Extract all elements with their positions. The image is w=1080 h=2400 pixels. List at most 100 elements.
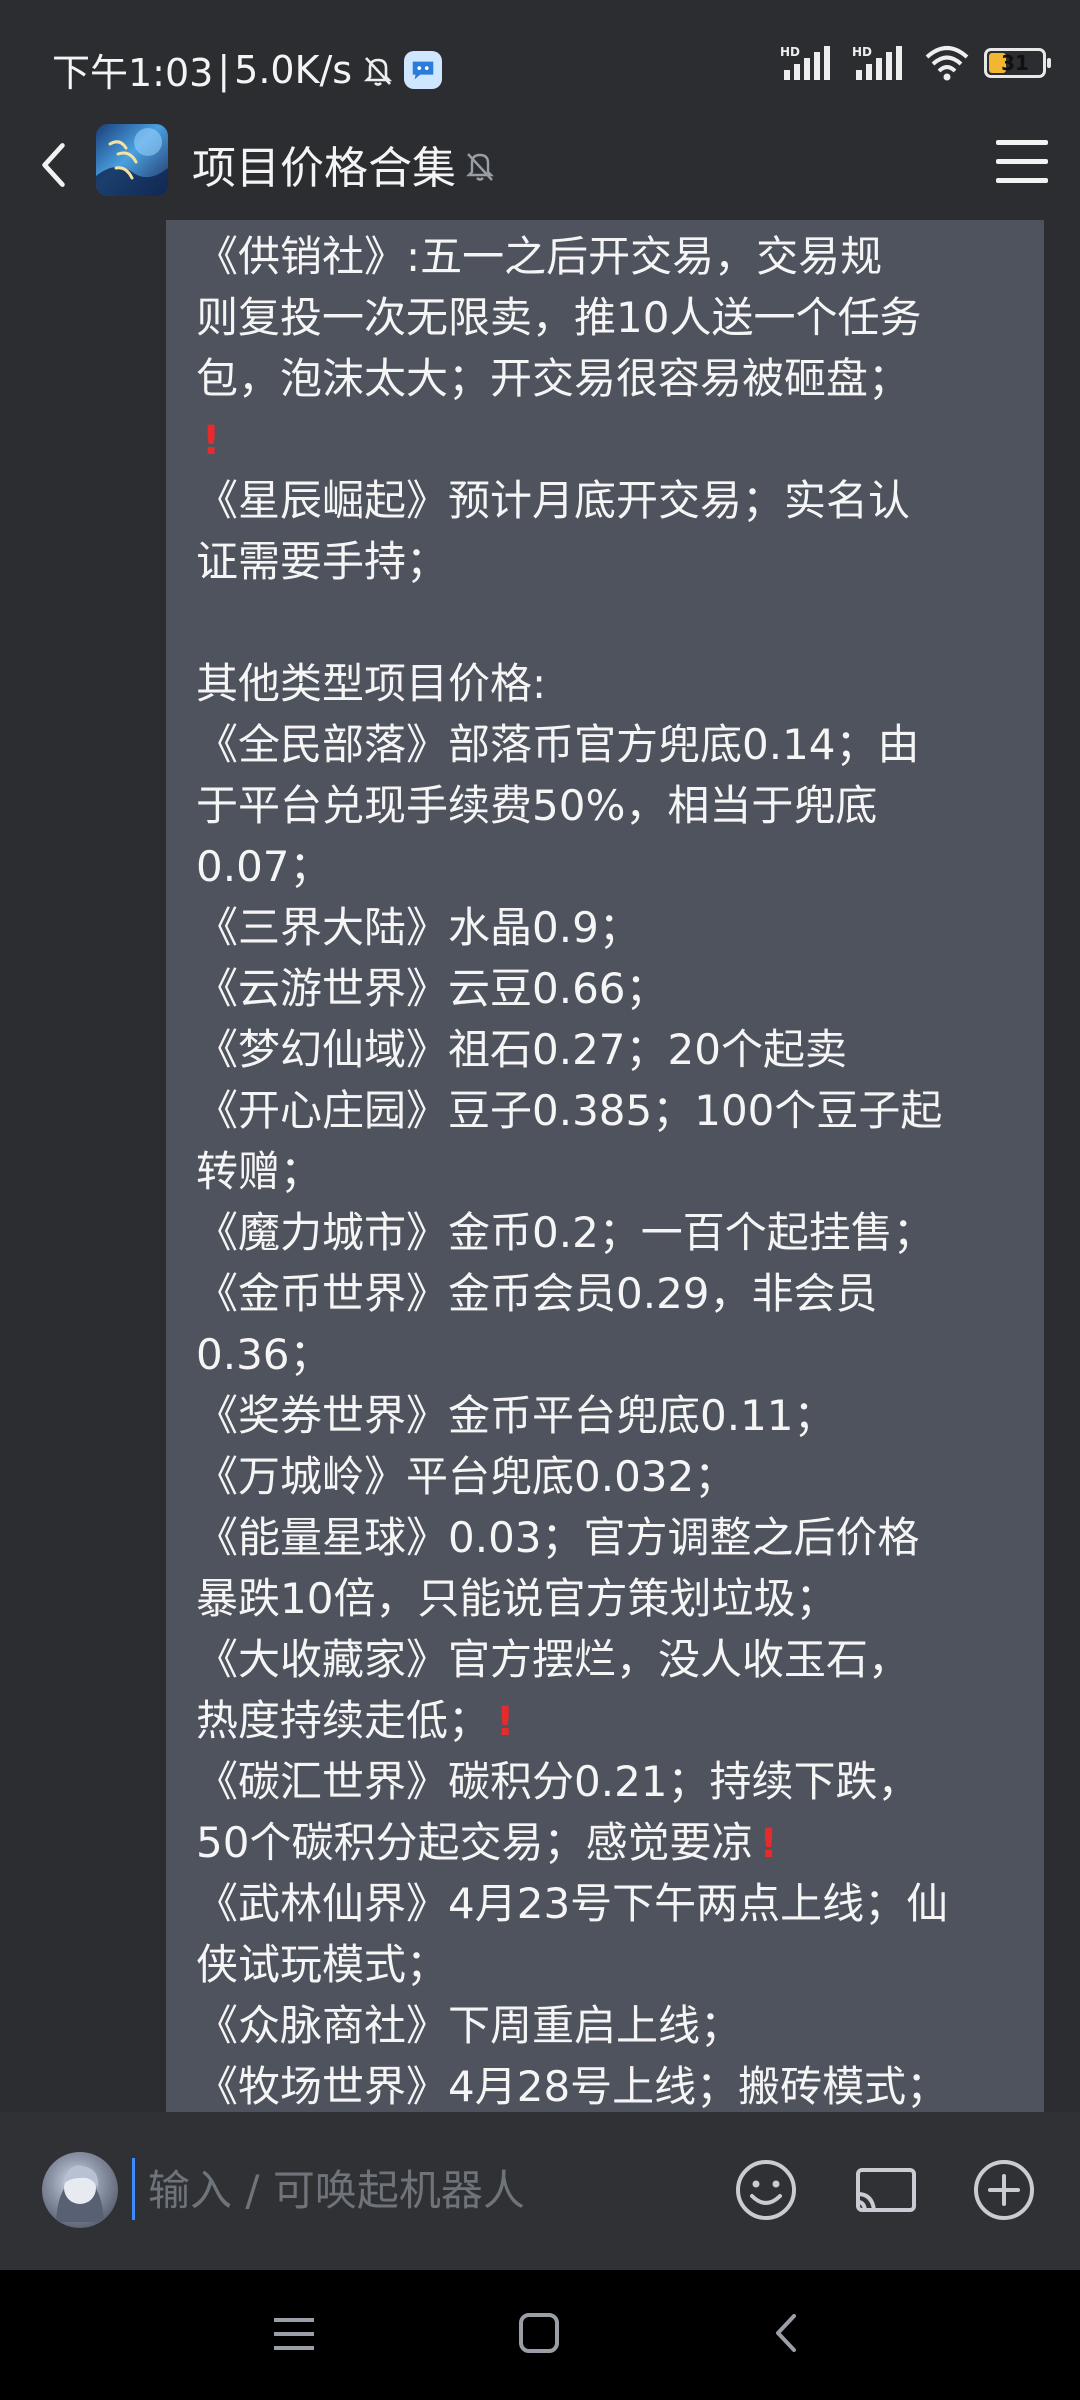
message-line: 转赠； xyxy=(196,1141,1014,1202)
menu-nav-icon[interactable] xyxy=(270,2312,318,2356)
message-line-text: 包，泡沫太大；开交易很容易被砸盘； xyxy=(196,354,911,403)
chat-area[interactable]: 《供销社》:五一之后开交易，交易规 则复投一次无限卖，推10人送一个任务 包，泡沫太… xyxy=(0,220,1080,2112)
message-line: 证需要手持； xyxy=(196,531,1014,592)
menu-icon xyxy=(996,140,1048,183)
screen-share-icon xyxy=(856,2168,916,2212)
message-line-text: 《武林仙界》4月23号下午两点上线；仙 xyxy=(196,1879,949,1928)
message-line: 《奖券世界》金币平台兜底0.11； xyxy=(196,1385,1014,1446)
message-line-text: 《供销社》:五一之后开交易，交易规 xyxy=(196,232,883,281)
message-line: 50个碳积分起交易；感觉要凉! xyxy=(196,1812,1014,1873)
message-line-text: 于平台兑现手续费50%，相当于兜底 xyxy=(196,781,878,830)
battery-level: 31 xyxy=(1001,51,1029,75)
message-line-text: 热度持续走低； xyxy=(196,1696,491,1745)
status-separator: | xyxy=(217,47,231,92)
user-avatar[interactable] xyxy=(42,2152,118,2228)
system-nav-bar xyxy=(0,2270,1080,2400)
exclamation-icon: ! xyxy=(496,1699,515,1745)
message-line-text: 则复投一次无限卖，推10人送一个任务 xyxy=(196,293,922,342)
user-avatar-artwork xyxy=(56,2165,104,2222)
message-line: 《魔力城市》金币0.2；一百个起挂售； xyxy=(196,1202,1014,1263)
mute-bell-icon xyxy=(466,153,494,181)
status-right: HD HD 31 xyxy=(780,44,1051,82)
message-line: 《牧场世界》4月28号上线；搬砖模式； xyxy=(196,2056,1014,2112)
plus-button[interactable] xyxy=(970,2156,1038,2224)
message-line: 其他类型项目价格: xyxy=(196,653,1014,714)
message-line: 《众脉商社》下周重启上线； xyxy=(196,1995,1014,2056)
group-avatar-artwork xyxy=(96,128,168,196)
svg-text:HD: HD xyxy=(780,45,800,59)
message-line-text: 50个碳积分起交易；感觉要凉 xyxy=(196,1818,754,1867)
message-line-text: 0.36； xyxy=(196,1330,332,1379)
menu-button[interactable] xyxy=(994,136,1050,188)
message-input[interactable] xyxy=(146,2156,670,2224)
emoji-button[interactable] xyxy=(732,2156,800,2224)
message-line: 于平台兑现手续费50%，相当于兜底 xyxy=(196,775,1014,836)
message-line: 《武林仙界》4月23号下午两点上线；仙 xyxy=(196,1873,1014,1934)
message-line-text: 《星辰崛起》预计月底开交易；实名认 xyxy=(196,476,911,525)
message-line: 《全民部落》部落币官方兜底0.14；由 xyxy=(196,714,1014,775)
message-line: 0.36； xyxy=(196,1324,1014,1385)
message-line-text: 《大收藏家》官方摆烂，没人收玉石， xyxy=(196,1635,911,1684)
message-line: 《梦幻仙域》祖石0.27；20个起卖 xyxy=(196,1019,1014,1080)
message-line-text: 0.07； xyxy=(196,842,332,891)
chat-title: 项目价格合集 xyxy=(192,132,500,196)
message-line: 《云游世界》云豆0.66； xyxy=(196,958,1014,1019)
message-line: 暴跌10倍，只能说官方策划垃圾； xyxy=(196,1568,1014,1629)
message-line-text: 暴跌10倍，只能说官方策划垃圾； xyxy=(196,1574,838,1623)
exclamation-icon: ! xyxy=(202,418,221,464)
home-nav-icon[interactable] xyxy=(516,2310,562,2356)
message-line: 侠试玩模式； xyxy=(196,1934,1014,1995)
message-line: 0.07； xyxy=(196,836,1014,897)
message-line: 《三界大陆》水晶0.9； xyxy=(196,897,1014,958)
wifi-icon xyxy=(925,46,969,81)
message-line: 《星辰崛起》预计月底开交易；实名认 xyxy=(196,470,1014,531)
message-line: 《金币世界》金币会员0.29，非会员 xyxy=(196,1263,1014,1324)
input-bar xyxy=(0,2112,1080,2270)
back-arrow-icon xyxy=(42,143,65,187)
battery-icon: 31 xyxy=(984,48,1051,78)
chat-header: 项目价格合集 xyxy=(0,110,1080,220)
message-line-text: 《全民部落》部落币官方兜底0.14；由 xyxy=(196,720,920,769)
exclamation-icon: ! xyxy=(759,1821,778,1867)
back-nav-icon[interactable] xyxy=(766,2310,806,2356)
svg-text:HD: HD xyxy=(852,45,872,59)
message-line-text: 《奖券世界》金币平台兜底0.11； xyxy=(196,1391,836,1440)
message-line-text: 《能量星球》0.03；官方调整之后价格 xyxy=(196,1513,920,1562)
message-line-text: 《万城岭》平台兜底0.032； xyxy=(196,1452,737,1501)
screen-share-button[interactable] xyxy=(852,2156,920,2224)
message-line-text: 其他类型项目价格: xyxy=(196,659,547,708)
back-button[interactable] xyxy=(26,132,82,198)
message-line xyxy=(196,592,1014,653)
status-time: 下午1:03 xyxy=(52,51,214,95)
status-left: 下午1:03 | 5.0K/s xyxy=(52,42,443,97)
message-line-text: 《三界大陆》水晶0.9； xyxy=(196,903,641,952)
message-line-text: 《碳汇世界》碳积分0.21；持续下跌， xyxy=(196,1757,920,1806)
message-line-text: 《众脉商社》下周重启上线； xyxy=(196,2001,743,2050)
message-line: ! xyxy=(196,409,1014,470)
message-line-text: 《金币世界》金币会员0.29，非会员 xyxy=(196,1269,878,1318)
message-line: 《开心庄园》豆子0.385；100个豆子起 xyxy=(196,1080,1014,1141)
message-line: 包，泡沫太大；开交易很容易被砸盘； xyxy=(196,348,1014,409)
message-line: 《碳汇世界》碳积分0.21；持续下跌， xyxy=(196,1751,1014,1812)
signal-hd-2-icon: HD xyxy=(852,45,902,80)
message-line: 《大收藏家》官方摆烂，没人收玉石， xyxy=(196,1629,1014,1690)
message-line-text: 证需要手持； xyxy=(196,537,449,586)
message-line-text: 《云游世界》云豆0.66； xyxy=(196,964,668,1013)
message-line: 则复投一次无限卖，推10人送一个任务 xyxy=(196,287,1014,348)
signal-hd-1-icon: HD xyxy=(780,45,830,80)
emoji-icon xyxy=(736,2160,796,2220)
message-line: 热度持续走低；! xyxy=(196,1690,1014,1751)
message-line-text: 转赠； xyxy=(196,1147,323,1196)
message-bubble[interactable]: 《供销社》:五一之后开交易，交易规 则复投一次无限卖，推10人送一个任务 包，泡沫太… xyxy=(166,220,1044,2112)
network-speed: 5.0K/s xyxy=(234,47,353,92)
group-avatar[interactable] xyxy=(96,124,168,196)
message-line: 《供销社》:五一之后开交易，交易规 xyxy=(196,226,1014,287)
chat-title-text: 项目价格合集 xyxy=(192,143,456,194)
message-line-text: 《魔力城市》金币0.2；一百个起挂售； xyxy=(196,1208,935,1257)
message-line: 《万城岭》平台兜底0.032； xyxy=(196,1446,1014,1507)
message-line-text: 《开心庄园》豆子0.385；100个豆子起 xyxy=(196,1086,943,1135)
message-line-text: 《牧场世界》4月28号上线；搬砖模式； xyxy=(196,2062,949,2111)
message-line-text: 侠试玩模式； xyxy=(196,1940,449,1989)
message-line: 《能量星球》0.03；官方调整之后价格 xyxy=(196,1507,1014,1568)
bell-off-icon xyxy=(363,56,393,86)
